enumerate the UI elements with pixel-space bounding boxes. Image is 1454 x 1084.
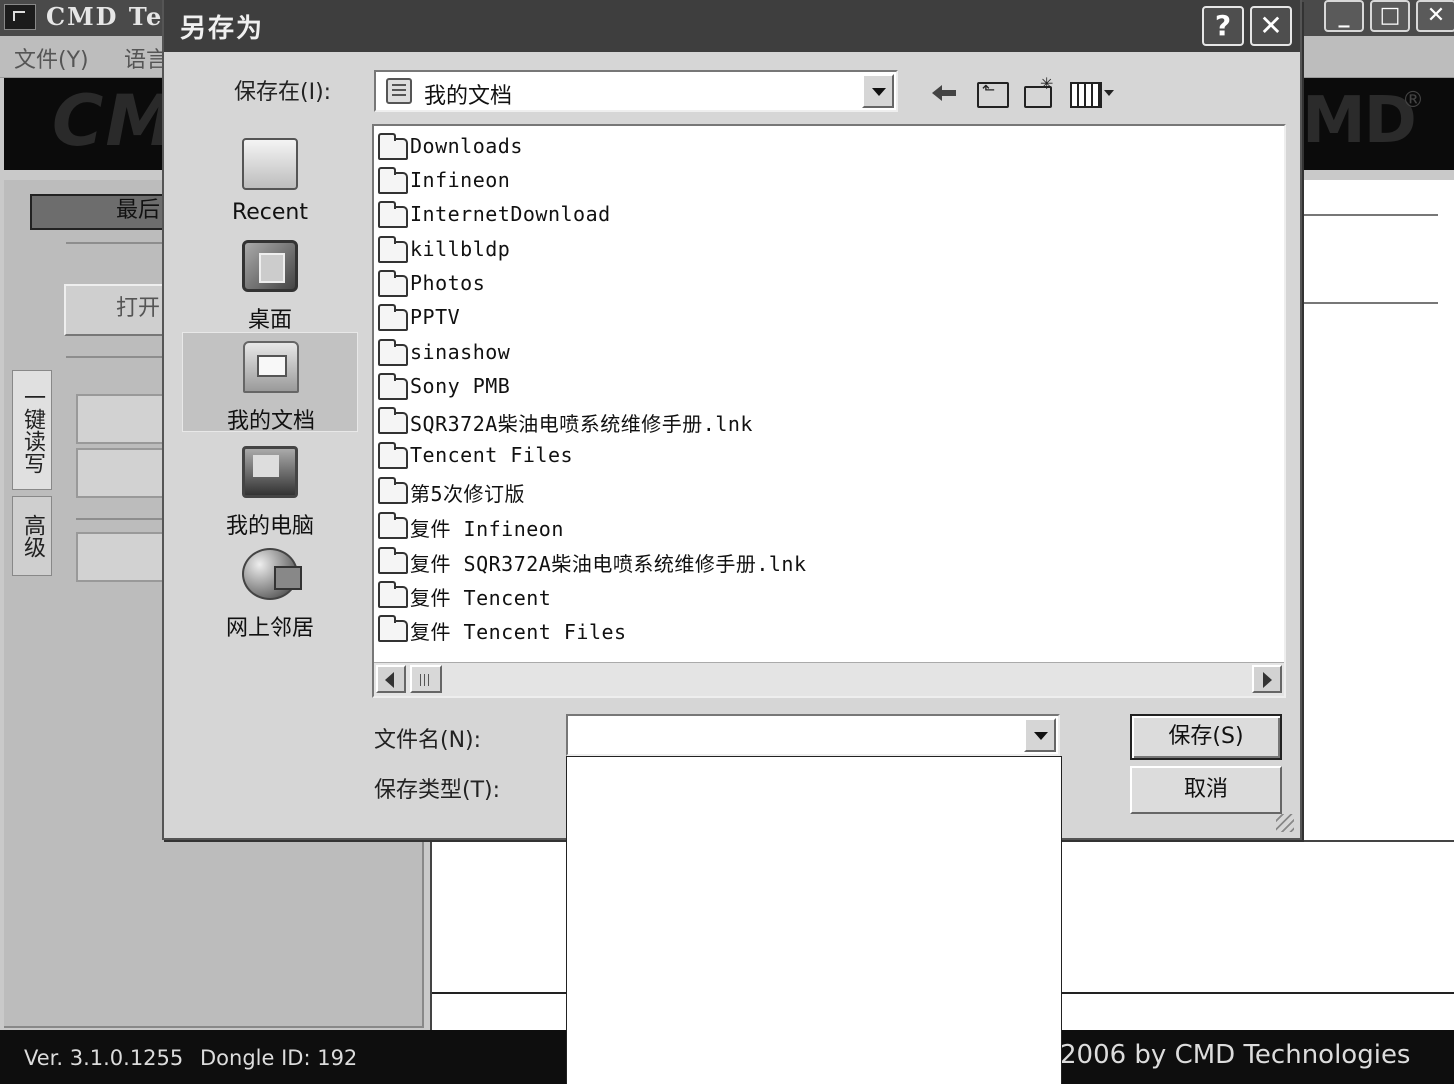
save-button[interactable]: 保存(S): [1130, 714, 1282, 760]
dialog-title: 另存为: [180, 14, 265, 44]
folder-icon: [378, 304, 408, 331]
place-label: 我的文档: [226, 409, 315, 434]
place-label: Recent: [231, 200, 309, 225]
divider: [1302, 214, 1438, 216]
tab-advanced[interactable]: 高级: [12, 496, 52, 576]
menu-file[interactable]: 文件(Y): [14, 42, 89, 74]
horizontal-scrollbar[interactable]: [374, 662, 1284, 696]
maximize-button[interactable]: □: [1370, 0, 1410, 32]
place-desktop[interactable]: 桌面: [182, 232, 358, 333]
file-name: sinashow: [410, 340, 511, 364]
file-name: SQR372A柴油电喷系统维修手册.lnk: [410, 412, 753, 436]
folder-icon: [378, 581, 408, 608]
folder-icon: [378, 407, 408, 434]
my-computer-icon: [242, 446, 298, 498]
dialog-close-button[interactable]: ✕: [1250, 6, 1292, 46]
dialog-title-bar: 另存为 ? ✕: [164, 0, 1300, 52]
save-as-dialog: 另存为 ? ✕ 保存在(I): 我的文档 Recent 桌面 我的文档 我的电脑: [162, 0, 1302, 840]
chevron-down-icon[interactable]: [862, 74, 894, 108]
banner-logo: CM: [52, 80, 178, 162]
network-places-icon: [242, 548, 302, 600]
tab-one-key-read-write[interactable]: 一键读写: [12, 370, 52, 490]
scroll-thumb[interactable]: [410, 665, 442, 693]
folder-icon: [378, 373, 408, 400]
app-title: CMD Tec: [46, 2, 180, 31]
folder-icon: [378, 133, 408, 160]
file-name: killbldp: [410, 237, 511, 261]
file-name: Tencent Files: [410, 443, 574, 467]
place-label: 网上邻居: [225, 616, 314, 641]
folder-icon: [378, 270, 408, 297]
place-my-computer[interactable]: 我的电脑: [182, 438, 358, 539]
filetype-label: 保存类型(T):: [374, 778, 501, 803]
view-menu-icon[interactable]: [1068, 76, 1118, 108]
help-button[interactable]: ?: [1202, 6, 1244, 46]
file-name: 第5次修订版: [410, 482, 526, 506]
folder-icon: [378, 442, 408, 469]
save-in-value: 我的文档: [424, 84, 513, 109]
folder-icon: [378, 339, 408, 366]
folder-icon: [378, 167, 408, 194]
file-name: 复件 SQR372A柴油电喷系统维修手册.lnk: [410, 552, 807, 576]
folder-icon: [378, 201, 408, 228]
banner-logo-right: MD: [1302, 84, 1417, 158]
save-in-label: 保存在(I):: [234, 80, 332, 105]
file-name: Downloads: [410, 134, 523, 158]
cancel-button[interactable]: 取消: [1130, 766, 1282, 814]
scroll-left-icon[interactable]: [376, 665, 406, 693]
folder-icon: [378, 547, 408, 574]
dropdown-list[interactable]: [566, 756, 1062, 1084]
file-list[interactable]: Downloads Infineon InternetDownload kill…: [372, 124, 1286, 698]
place-label: 我的电脑: [225, 514, 314, 539]
folder-icon: [378, 236, 408, 263]
save-in-dropdown[interactable]: 我的文档: [374, 70, 898, 112]
divider: [1302, 302, 1438, 304]
file-name: Infineon: [410, 168, 511, 192]
file-name: Sony PMB: [410, 374, 511, 398]
place-recent[interactable]: Recent: [182, 130, 358, 230]
folder-icon: [378, 615, 408, 642]
resize-grip-icon[interactable]: [1276, 814, 1294, 832]
new-folder-icon[interactable]: [1022, 74, 1056, 108]
desktop-icon: [242, 240, 298, 292]
recent-icon: [242, 138, 298, 190]
filename-input[interactable]: [566, 714, 1060, 756]
folder-icon: [378, 512, 408, 539]
my-documents-icon: [243, 341, 299, 393]
folder-icon: [378, 477, 408, 504]
dongle-id-text: Dongle ID: 192: [200, 1046, 358, 1070]
place-my-documents[interactable]: 我的文档: [182, 332, 358, 434]
up-folder-icon[interactable]: [974, 76, 1009, 108]
app-close-button[interactable]: ✕: [1416, 0, 1454, 32]
back-arrow-icon[interactable]: [928, 76, 962, 108]
place-label: 桌面: [247, 308, 292, 333]
file-name: Photos: [410, 271, 486, 295]
scroll-right-icon[interactable]: [1252, 665, 1282, 693]
place-network[interactable]: 网上邻居: [182, 540, 358, 641]
chevron-down-icon[interactable]: [1024, 718, 1056, 752]
file-name: InternetDownload: [410, 202, 611, 226]
minimize-button[interactable]: _: [1324, 0, 1364, 32]
copyright-text: 2006 by CMD Technologies: [1060, 1040, 1411, 1070]
file-name: 复件 Tencent: [410, 586, 552, 610]
document-icon: [386, 78, 412, 104]
file-name: 复件 Tencent Files: [410, 620, 627, 644]
places-bar: Recent 桌面 我的文档 我的电脑 网上邻居: [182, 124, 362, 644]
registered-mark: ®: [1402, 88, 1424, 113]
file-name: PPTV: [410, 305, 461, 329]
version-text: Ver. 3.1.0.1255: [24, 1046, 184, 1070]
file-name: 复件 Infineon: [410, 517, 564, 541]
filename-label: 文件名(N):: [374, 728, 482, 753]
app-icon: [4, 4, 36, 30]
